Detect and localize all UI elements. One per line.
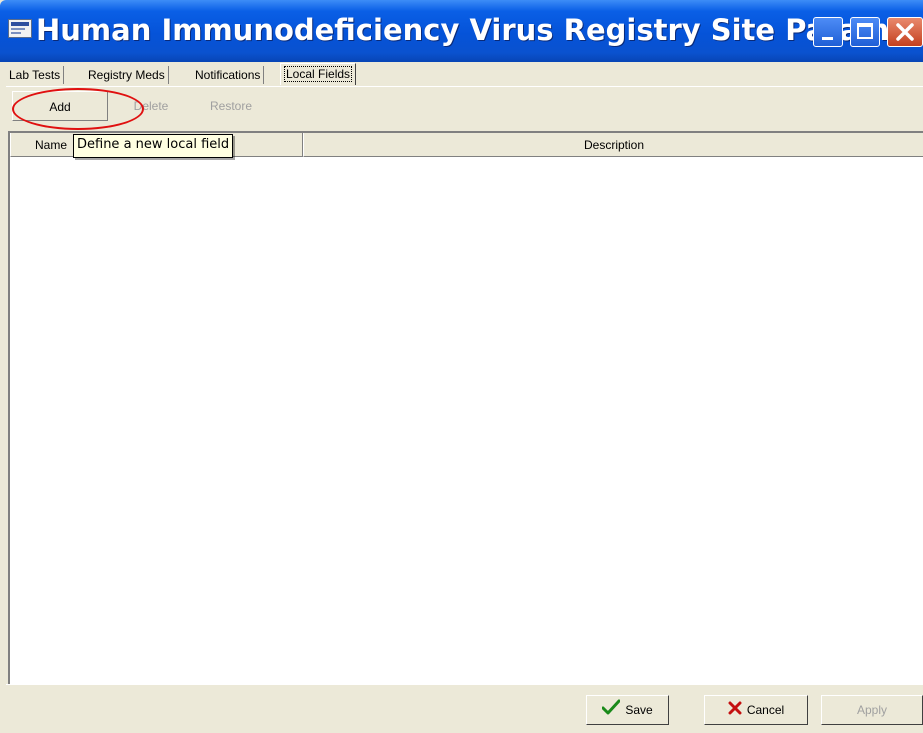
x-icon — [728, 697, 742, 725]
tab-notifications[interactable]: Notifications — [192, 66, 265, 84]
checkmark-icon — [601, 697, 621, 725]
title-bar[interactable]: Human Immunodeficiency Virus Registry Si… — [0, 0, 923, 62]
tab-label: Local Fields — [284, 66, 353, 82]
maximize-button[interactable] — [850, 17, 880, 47]
registry-app-icon[interactable] — [8, 19, 32, 38]
tab-label: Notifications — [195, 68, 261, 82]
minimize-icon — [822, 37, 833, 40]
tab-label: Lab Tests — [9, 68, 61, 82]
tab-lab-tests[interactable]: Lab Tests — [6, 66, 65, 84]
tab-local-fields[interactable]: Local Fields — [280, 63, 357, 85]
close-button[interactable] — [887, 17, 923, 47]
tab-registry-meds[interactable]: Registry Meds — [85, 66, 169, 84]
cancel-button[interactable]: Cancel — [704, 695, 808, 725]
cancel-label: Cancel — [746, 703, 785, 717]
close-icon — [896, 23, 914, 41]
restore-button[interactable]: Restore — [196, 91, 266, 121]
maximize-icon — [857, 23, 873, 39]
highlight-circle — [12, 88, 144, 130]
save-label: Save — [625, 703, 653, 717]
dialog-footer: Save Cancel Apply — [6, 684, 923, 733]
column-header-description[interactable]: Description — [303, 133, 923, 157]
tab-label: Registry Meds — [88, 68, 165, 82]
tab-strip: Lab Tests Registry Meds Notifications Lo… — [6, 62, 923, 87]
minimize-button[interactable] — [813, 17, 843, 47]
save-button[interactable]: Save — [586, 695, 669, 725]
window-title: Human Immunodeficiency Virus Registry Si… — [36, 13, 923, 47]
add-tooltip: Define a new local field — [73, 134, 234, 158]
apply-button[interactable]: Apply — [821, 695, 923, 725]
local-fields-list[interactable]: Name Description — [8, 131, 923, 684]
